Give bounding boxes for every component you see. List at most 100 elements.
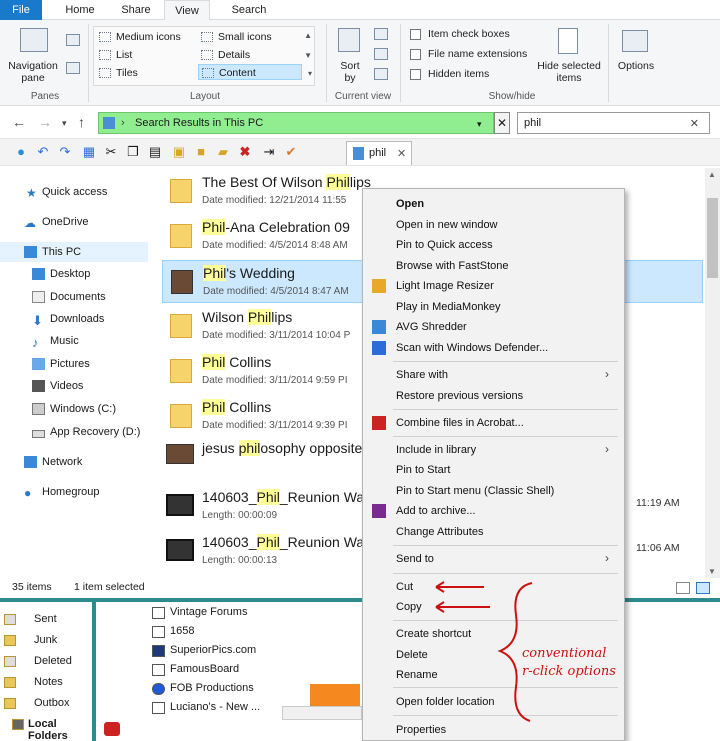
- close-tab-icon[interactable]: ✕: [397, 147, 406, 160]
- context-menu-item[interactable]: Combine files in Acrobat...: [396, 417, 524, 429]
- search-tab[interactable]: phil ✕: [346, 141, 412, 165]
- context-menu-item[interactable]: Add to archive...: [396, 505, 476, 517]
- address-dropdown-icon[interactable]: ▾: [477, 119, 482, 130]
- copy-to-icon[interactable]: ▣: [172, 145, 186, 159]
- nav-downloads[interactable]: Downloads: [50, 313, 104, 325]
- nav-drive-d[interactable]: App Recovery (D:): [50, 426, 140, 438]
- nav-desktop[interactable]: Desktop: [50, 268, 90, 280]
- mail-folder-outbox[interactable]: Outbox: [34, 697, 69, 709]
- clear-search-icon[interactable]: ✕: [690, 117, 699, 130]
- mail-folder-sent[interactable]: Sent: [34, 613, 57, 625]
- mail-folder-junk[interactable]: Junk: [34, 634, 57, 646]
- scrollbar-thumb[interactable]: [707, 198, 718, 278]
- navigation-pane-icon[interactable]: [20, 28, 48, 52]
- size-columns-icon[interactable]: [374, 68, 388, 80]
- context-menu-item[interactable]: Change Attributes: [396, 526, 483, 538]
- options-button[interactable]: Options: [614, 60, 658, 72]
- layout-tiles[interactable]: Tiles: [96, 65, 138, 81]
- grid-icon[interactable]: ▦: [82, 145, 96, 159]
- hide-selected-icon[interactable]: [558, 28, 578, 54]
- details-pane-icon[interactable]: [66, 62, 80, 74]
- back-arrow-icon[interactable]: ←: [12, 114, 26, 130]
- context-menu-item[interactable]: Browse with FastStone: [396, 260, 509, 272]
- scroll-up-icon[interactable]: ▲: [708, 170, 716, 179]
- copy-icon[interactable]: ❐: [126, 145, 140, 159]
- item-check-boxes-checkbox[interactable]: [410, 29, 421, 40]
- nav-drive-c[interactable]: Windows (C:): [50, 403, 116, 415]
- move-to-icon[interactable]: ■: [194, 145, 208, 159]
- mail-folder-local[interactable]: Local Folders: [28, 718, 92, 741]
- recent-locations-chevron-icon[interactable]: ▾: [62, 118, 67, 129]
- redo-icon[interactable]: ↷: [58, 145, 72, 159]
- layout-list[interactable]: List: [96, 47, 132, 63]
- nav-network[interactable]: Network: [42, 456, 82, 468]
- context-menu-item[interactable]: Play in MediaMonkey: [396, 301, 501, 313]
- undo-icon[interactable]: ↶: [36, 145, 50, 159]
- nav-documents[interactable]: Documents: [50, 291, 106, 303]
- cut-icon[interactable]: ✂: [104, 145, 118, 159]
- context-menu-item[interactable]: Scan with Windows Defender...: [396, 342, 548, 354]
- context-menu-item[interactable]: Light Image Resizer: [396, 280, 494, 292]
- nav-this-pc[interactable]: This PC: [42, 246, 81, 258]
- gallery-expand-icon[interactable]: ▾: [308, 69, 312, 78]
- search-input[interactable]: phil ✕: [517, 112, 710, 134]
- context-menu-item[interactable]: Share with: [396, 369, 448, 381]
- details-view-icon[interactable]: [676, 582, 690, 594]
- context-menu-item[interactable]: Pin to Quick access: [396, 239, 493, 251]
- context-menu-item[interactable]: Copy: [396, 601, 422, 613]
- layout-content[interactable]: Content: [198, 64, 302, 80]
- site-item[interactable]: Vintage Forums: [170, 606, 247, 618]
- group-by-icon[interactable]: [374, 28, 388, 40]
- context-menu-item[interactable]: Pin to Start menu (Classic Shell): [396, 485, 554, 497]
- delete-icon[interactable]: ✖: [238, 145, 252, 159]
- context-menu-item[interactable]: Open in new window: [396, 219, 498, 231]
- nav-pictures[interactable]: Pictures: [50, 358, 90, 370]
- gallery-scroll-down-icon[interactable]: ▼: [304, 51, 312, 60]
- context-menu-item[interactable]: Pin to Start: [396, 464, 450, 476]
- up-arrow-icon[interactable]: ↑: [78, 114, 85, 130]
- preview-pane-icon[interactable]: [66, 34, 80, 46]
- context-menu-item[interactable]: Properties: [396, 724, 446, 736]
- hidden-items-checkbox[interactable]: [410, 69, 421, 80]
- context-menu-item[interactable]: Cut: [396, 581, 413, 593]
- nav-videos[interactable]: Videos: [50, 380, 83, 392]
- nav-onedrive[interactable]: OneDrive: [42, 216, 88, 228]
- site-item[interactable]: SuperiorPics.com: [170, 644, 256, 656]
- context-menu-item[interactable]: Restore previous versions: [396, 390, 523, 402]
- site-item[interactable]: FamousBoard: [170, 663, 239, 675]
- navigation-pane-button[interactable]: Navigation pane: [6, 60, 60, 84]
- tab-search[interactable]: Search: [216, 0, 282, 20]
- layout-details[interactable]: Details: [198, 47, 250, 63]
- nav-quick-access[interactable]: Quick access: [42, 186, 107, 198]
- sort-by-button[interactable]: Sort by: [334, 60, 366, 84]
- adblock-icon[interactable]: [104, 722, 120, 736]
- site-item[interactable]: Luciano's - New ...: [170, 701, 260, 713]
- address-bar[interactable]: › Search Results in This PC ▾: [98, 112, 494, 134]
- file-name-extensions-checkbox[interactable]: [410, 49, 421, 60]
- context-menu-item[interactable]: Include in library: [396, 444, 476, 456]
- site-item[interactable]: 1658: [170, 625, 194, 637]
- folder-icon[interactable]: ▰: [216, 145, 230, 159]
- tab-share[interactable]: Share: [108, 0, 164, 20]
- context-menu-item[interactable]: Open: [396, 198, 424, 210]
- tab-file[interactable]: File: [0, 0, 42, 20]
- context-menu-item[interactable]: AVG Shredder: [396, 321, 467, 333]
- site-item[interactable]: FOB Productions: [170, 682, 254, 694]
- nav-music[interactable]: Music: [50, 335, 79, 347]
- sort-by-icon[interactable]: [338, 28, 360, 52]
- globe-icon[interactable]: ●: [14, 145, 28, 159]
- nav-homegroup[interactable]: Homegroup: [42, 486, 99, 498]
- scroll-down-icon[interactable]: ▼: [708, 567, 716, 576]
- tab-home[interactable]: Home: [52, 0, 108, 20]
- mail-folder-deleted[interactable]: Deleted: [34, 655, 72, 667]
- context-menu-item[interactable]: Send to: [396, 553, 434, 565]
- gallery-scroll-up-icon[interactable]: ▲: [304, 31, 312, 40]
- large-icons-view-icon[interactable]: [696, 582, 710, 594]
- checkmark-icon[interactable]: ✔: [284, 145, 298, 159]
- cancel-search-button[interactable]: ✕: [494, 112, 510, 134]
- tab-view[interactable]: View: [164, 0, 210, 21]
- layout-medium-icons[interactable]: Medium icons: [96, 29, 181, 45]
- mail-folder-notes[interactable]: Notes: [34, 676, 63, 688]
- horizontal-scrollbar[interactable]: [282, 706, 362, 720]
- vertical-scrollbar[interactable]: ▲ ▼: [705, 168, 720, 578]
